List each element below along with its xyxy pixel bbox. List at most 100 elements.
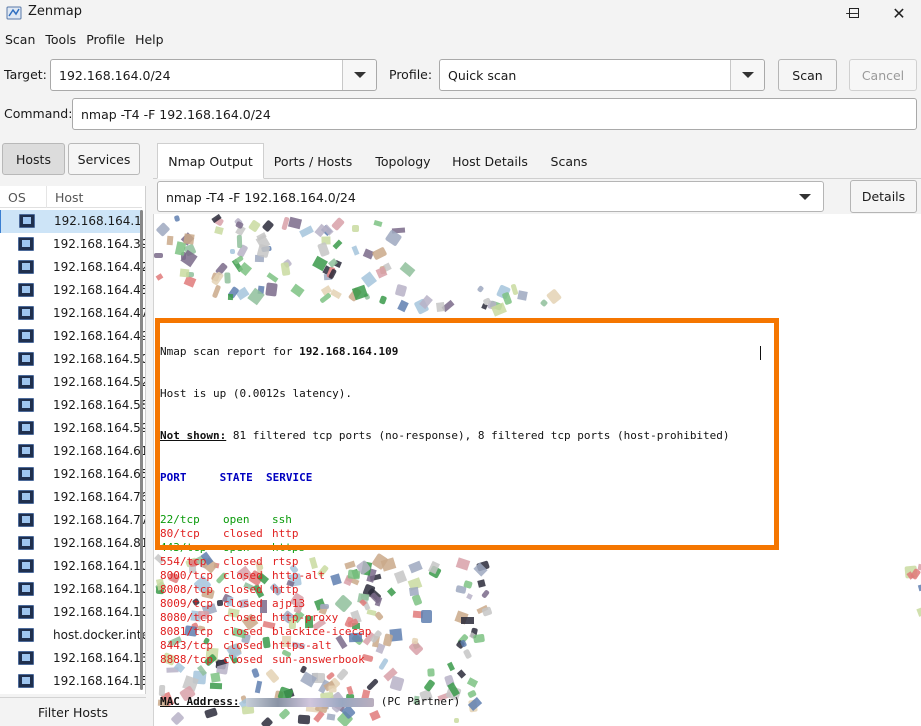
host-list-item[interactable]: 192.168.164.77 <box>0 509 145 532</box>
chevron-down-icon <box>799 194 811 200</box>
redaction-fragment <box>211 284 221 299</box>
os-monitor-icon <box>18 237 34 251</box>
redaction-fragment <box>435 301 445 312</box>
output-scan-value[interactable]: nmap -T4 -F 192.168.164.0/24 <box>166 190 356 205</box>
os-monitor-icon <box>18 283 34 297</box>
redaction-fragment <box>372 246 388 261</box>
os-column-header[interactable]: OS <box>8 190 26 205</box>
redaction-fragment <box>183 233 195 245</box>
port-service: http <box>272 583 299 596</box>
hosts-tab-button[interactable]: Hosts <box>2 143 65 175</box>
port-line: 8081/tcp closed blackice-icecap <box>160 625 730 639</box>
host-list-item[interactable]: 192.168.164.130 <box>0 647 145 670</box>
redaction-fragment <box>397 299 409 313</box>
os-monitor-icon <box>18 329 34 343</box>
hosts-services-toggle: Hosts Services <box>0 140 140 178</box>
host-list-item[interactable]: 192.168.164.65 <box>0 463 145 486</box>
profile-combo[interactable]: Quick scan <box>439 59 765 91</box>
redaction-fragment <box>174 214 181 222</box>
target-value[interactable]: 192.168.164.0/24 <box>59 68 171 83</box>
host-list-scrollbar[interactable] <box>140 210 143 690</box>
host-list-item[interactable]: 192.168.164.81 <box>0 532 145 555</box>
redaction-fragment <box>546 288 563 305</box>
target-combo[interactable]: 192.168.164.0/24 <box>50 59 377 91</box>
menu-tools[interactable]: Tools <box>40 30 81 50</box>
redaction-fragment <box>319 292 332 305</box>
host-list-item[interactable]: 192.168.164.45 <box>0 279 145 302</box>
os-monitor-icon <box>18 490 34 504</box>
os-monitor-icon <box>18 605 34 619</box>
host-list-item[interactable]: 192.168.164.42 <box>0 256 145 279</box>
host-list-item[interactable]: 192.168.164.59 <box>0 417 145 440</box>
redaction-fragment <box>400 261 416 277</box>
host-list-item[interactable]: 192.168.164.155 <box>0 670 145 693</box>
menu-scan[interactable]: Scan <box>0 30 40 50</box>
output-scan-selector[interactable]: nmap -T4 -F 192.168.164.0/24 <box>157 181 824 212</box>
scan-button[interactable]: Scan <box>778 59 837 91</box>
host-column-header[interactable]: Host <box>55 190 83 205</box>
host-address: 192.168.164.1 <box>54 214 142 228</box>
output-scroll-indicator[interactable] <box>912 552 918 612</box>
profile-dropdown-button[interactable] <box>730 60 764 90</box>
os-monitor-icon <box>18 674 34 688</box>
details-button[interactable]: Details <box>850 180 917 213</box>
host-list-item[interactable]: 192.168.164.50 <box>0 348 145 371</box>
mac-label: MAC Address: <box>160 695 240 708</box>
services-tab-button[interactable]: Services <box>68 143 140 175</box>
tab-nmap-output[interactable]: Nmap Output <box>157 143 264 179</box>
host-list-item[interactable]: 192.168.164.58 <box>0 394 145 417</box>
host-list-item[interactable]: 192.168.164.101 <box>0 555 145 578</box>
target-dropdown-button[interactable] <box>342 60 376 90</box>
host-list-item[interactable]: 192.168.164.1 <box>0 210 142 233</box>
host-list-header: OS Host <box>0 186 142 208</box>
host-list-item[interactable]: 192.168.164.39 <box>0 233 145 256</box>
command-input[interactable]: nmap -T4 -F 192.168.164.0/24 <box>72 98 917 130</box>
host-address: 192.168.164.103 <box>53 582 146 596</box>
host-list-item[interactable]: 192.168.164.76 <box>0 486 145 509</box>
host-list-item[interactable]: 192.168.164.103 <box>0 578 145 601</box>
tab-host-details[interactable]: Host Details <box>447 143 533 179</box>
redaction-fragment <box>261 219 275 233</box>
port-state: closed <box>223 611 263 624</box>
redaction-fragment <box>288 216 303 230</box>
close-icon[interactable]: ✕ <box>877 0 921 26</box>
redaction-fragment <box>317 242 331 258</box>
port-line: 8009/tcp closed ajp13 <box>160 597 730 611</box>
redaction-fragment <box>266 271 279 283</box>
redaction-fragment <box>256 243 270 258</box>
nmap-output-area[interactable]: Nmap scan report for 192.168.164.109 Hos… <box>153 214 921 726</box>
tab-scans[interactable]: Scans <box>537 143 601 179</box>
redaction-fragment <box>166 236 174 246</box>
os-monitor-icon <box>18 352 34 366</box>
host-address: 192.168.164.76 <box>53 490 146 504</box>
port-state: closed <box>223 555 263 568</box>
port-number: 8080/tcp <box>160 611 213 624</box>
host-list-item[interactable]: host.docker.inter <box>0 624 145 647</box>
host-list-item[interactable]: 192.168.164.47 <box>0 302 145 325</box>
cancel-button[interactable]: Cancel <box>849 59 917 91</box>
os-monitor-icon <box>18 582 34 596</box>
maximize-icon[interactable] <box>831 0 877 26</box>
host-list-item[interactable]: 192.168.164.109 <box>0 601 145 624</box>
menu-profile[interactable]: Profile <box>81 30 130 50</box>
tab-ports-hosts[interactable]: Ports / Hosts <box>265 143 361 179</box>
host-list-item[interactable]: 192.168.164.61 <box>0 440 145 463</box>
redaction-fragment <box>213 226 224 236</box>
command-value[interactable]: nmap -T4 -F 192.168.164.0/24 <box>81 107 271 122</box>
tab-topology[interactable]: Topology <box>363 143 443 179</box>
port-line: 8008/tcp closed http <box>160 583 730 597</box>
os-monitor-icon <box>18 398 34 412</box>
redaction-fragment <box>476 285 484 294</box>
host-list-item[interactable]: 192.168.164.52 <box>0 371 145 394</box>
os-monitor-icon <box>18 260 34 274</box>
redaction-fragment <box>227 293 233 300</box>
os-monitor-icon <box>18 628 34 642</box>
menu-help[interactable]: Help <box>130 30 169 50</box>
os-monitor-icon <box>18 444 34 458</box>
port-service: https-alt <box>272 639 332 652</box>
profile-value[interactable]: Quick scan <box>448 68 516 83</box>
port-number: 8000/tcp <box>160 569 213 582</box>
filter-hosts-button[interactable]: Filter Hosts <box>0 697 146 726</box>
host-list-item[interactable]: 192.168.164.49 <box>0 325 145 348</box>
port-state: closed <box>223 639 263 652</box>
